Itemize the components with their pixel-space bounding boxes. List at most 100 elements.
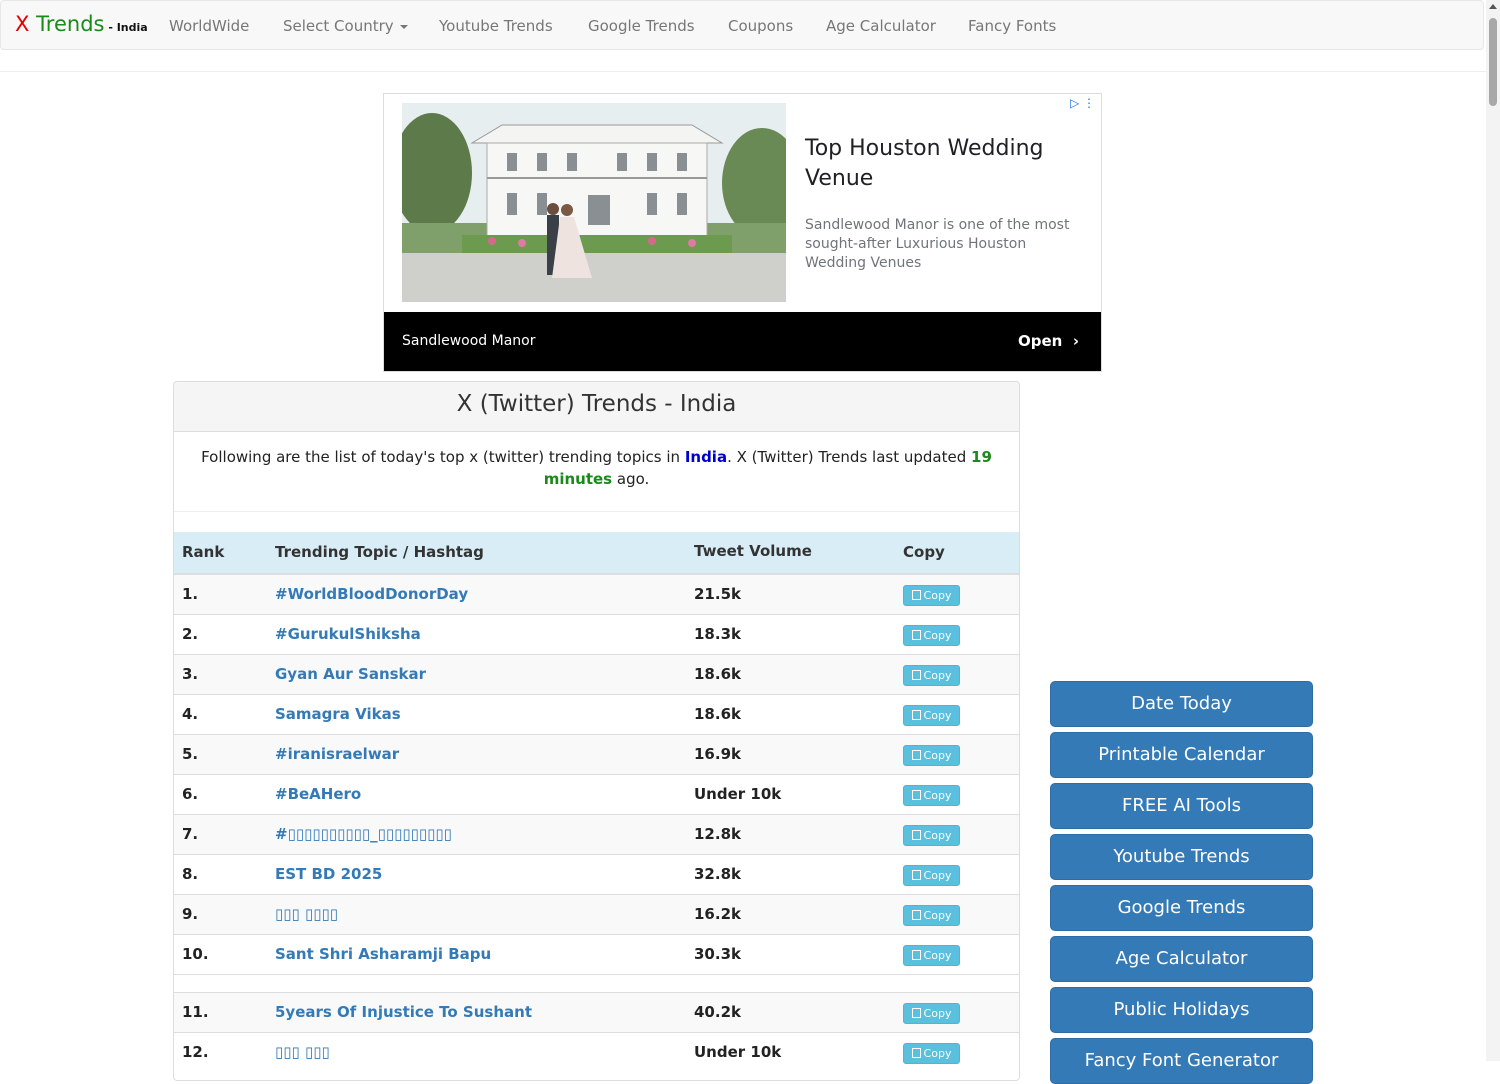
ad-image[interactable]: [402, 103, 786, 302]
nav-google-trends[interactable]: Google Trends: [588, 17, 695, 35]
mansion-photo: [402, 103, 786, 302]
sidebar-button[interactable]: Fancy Font Generator: [1050, 1038, 1313, 1084]
nav-worldwide[interactable]: WorldWide: [169, 17, 249, 35]
tweet-volume-cell: 18.3k: [694, 625, 741, 643]
copy-button[interactable]: Copy: [903, 905, 960, 926]
ad-footer-bar[interactable]: Sandlewood Manor Open ›: [384, 312, 1101, 371]
copy-button-label: Copy: [923, 749, 952, 762]
trends-panel: X (Twitter) Trends - India Following are…: [173, 381, 1020, 1081]
trend-topic-link[interactable]: #▯▯▯▯▯▯▯▯▯▯_▯▯▯▯▯▯▯▯▯: [275, 825, 452, 843]
table-row: 12. ▯▯▯ ▯▯▯ Under 10k Copy: [174, 1032, 1019, 1072]
rank-cell: 11.: [182, 1003, 209, 1021]
brand-logo[interactable]: X Trends - India: [15, 12, 148, 36]
trend-topic-link[interactable]: 5years Of Injustice To Sushant: [275, 1003, 532, 1021]
table-row: 9. ▯▯▯ ▯▯▯▯ 16.2k Copy: [174, 894, 1019, 934]
nav-select-country-label: Select Country: [283, 17, 394, 35]
copy-icon: [911, 750, 921, 760]
copy-button[interactable]: Copy: [903, 945, 960, 966]
trend-topic-link[interactable]: #BeAHero: [275, 785, 361, 803]
ad-advertiser: Sandlewood Manor: [402, 333, 536, 349]
copy-icon: [911, 630, 921, 640]
tweet-volume-cell: 12.8k: [694, 825, 741, 843]
ad-open-button[interactable]: Open ›: [1018, 332, 1079, 350]
copy-button[interactable]: Copy: [903, 705, 960, 726]
rank-cell: 7.: [182, 825, 199, 843]
trend-topic-link[interactable]: #iranisraelwar: [275, 745, 399, 763]
tweet-volume-cell: 18.6k: [694, 665, 741, 683]
scrollbar-thumb[interactable]: [1489, 18, 1497, 106]
brand-country: - India: [104, 21, 148, 34]
sidebar-button[interactable]: Google Trends: [1050, 885, 1313, 931]
trend-topic-link[interactable]: #WorldBloodDonorDay: [275, 585, 468, 603]
trend-topic-link[interactable]: Sant Shri Asharamji Bapu: [275, 945, 491, 963]
sidebar-button[interactable]: Printable Calendar: [1050, 732, 1313, 778]
header-rank: Rank: [182, 543, 225, 561]
copy-button-label: Copy: [923, 789, 952, 802]
sidebar-button[interactable]: Date Today: [1050, 681, 1313, 727]
trend-topic-link[interactable]: ▯▯▯ ▯▯▯: [275, 1043, 330, 1061]
tweet-volume-cell: 40.2k: [694, 1003, 741, 1021]
ad-choices-icon[interactable]: ▷ ⋮: [1070, 96, 1095, 110]
sidebar-button[interactable]: FREE AI Tools: [1050, 783, 1313, 829]
table-row: 3. Gyan Aur Sanskar 18.6k Copy: [174, 654, 1019, 694]
copy-button-label: Copy: [923, 629, 952, 642]
tweet-volume-cell: 21.5k: [694, 585, 741, 603]
intro-text: Following are the list of today's top x …: [199, 446, 994, 490]
scroll-up-arrow-icon[interactable]: [1489, 4, 1497, 9]
copy-button[interactable]: Copy: [903, 625, 960, 646]
table-row: 4. Samagra Vikas 18.6k Copy: [174, 694, 1019, 734]
rank-cell: 3.: [182, 665, 199, 683]
copy-icon: [911, 870, 921, 880]
scrollbar[interactable]: [1486, 0, 1500, 1061]
table-row: 8. EST BD 2025 32.8k Copy: [174, 854, 1019, 894]
tweet-volume-cell: 32.8k: [694, 865, 741, 883]
caret-down-icon: [399, 24, 408, 29]
table-row: 10. Sant Shri Asharamji Bapu 30.3k Copy: [174, 934, 1019, 974]
nav-age-calculator[interactable]: Age Calculator: [826, 17, 936, 35]
sidebar-button[interactable]: Public Holidays: [1050, 987, 1313, 1033]
copy-icon: [911, 1008, 921, 1018]
trend-topic-link[interactable]: EST BD 2025: [275, 865, 382, 883]
header-topic: Trending Topic / Hashtag: [275, 543, 484, 561]
copy-button[interactable]: Copy: [903, 585, 960, 606]
nav-select-country[interactable]: Select Country: [283, 17, 408, 35]
trend-topic-link[interactable]: #GurukulShiksha: [275, 625, 421, 643]
nav-youtube-trends[interactable]: Youtube Trends: [439, 17, 553, 35]
copy-button-label: Copy: [923, 709, 952, 722]
copy-button[interactable]: Copy: [903, 865, 960, 886]
table-row: 5. #iranisraelwar 16.9k Copy: [174, 734, 1019, 774]
ad-description: Sandlewood Manor is one of the most soug…: [805, 217, 1070, 271]
navbar: X Trends - India WorldWide Select Countr…: [0, 0, 1484, 50]
nav-coupons[interactable]: Coupons: [728, 17, 793, 35]
copy-button-label: Copy: [923, 1007, 952, 1020]
sidebar-button[interactable]: Age Calculator: [1050, 936, 1313, 982]
page-title: X (Twitter) Trends - India: [456, 391, 737, 417]
divider: [174, 511, 1019, 512]
ad-banner[interactable]: ▷ ⋮ Top Houston Wedding Venue Sandlewood…: [383, 93, 1102, 372]
rank-cell: 2.: [182, 625, 199, 643]
trend-topic-link[interactable]: ▯▯▯ ▯▯▯▯: [275, 905, 338, 923]
copy-button-label: Copy: [923, 1047, 952, 1060]
copy-icon: [911, 590, 921, 600]
country-link[interactable]: India: [685, 448, 727, 466]
copy-button-label: Copy: [923, 829, 952, 842]
trend-topic-link[interactable]: Gyan Aur Sanskar: [275, 665, 426, 683]
brand-x: X: [15, 12, 30, 36]
copy-button-label: Copy: [923, 869, 952, 882]
sidebar-button[interactable]: Youtube Trends: [1050, 834, 1313, 880]
trend-topic-link[interactable]: Samagra Vikas: [275, 705, 401, 723]
copy-icon: [911, 830, 921, 840]
rank-cell: 1.: [182, 585, 199, 603]
table-spacer: [174, 974, 1019, 992]
copy-button[interactable]: Copy: [903, 1003, 960, 1024]
copy-button[interactable]: Copy: [903, 745, 960, 766]
rank-cell: 5.: [182, 745, 199, 763]
copy-button[interactable]: Copy: [903, 665, 960, 686]
intro-before: Following are the list of today's top x …: [201, 448, 685, 466]
copy-button[interactable]: Copy: [903, 825, 960, 846]
table-header: Rank Trending Topic / Hashtag Tweet Volu…: [174, 532, 1019, 575]
copy-button[interactable]: Copy: [903, 785, 960, 806]
ad-headline[interactable]: Top Houston Wedding Venue: [805, 134, 1085, 194]
copy-button-label: Copy: [923, 589, 952, 602]
nav-fancy-fonts[interactable]: Fancy Fonts: [968, 17, 1056, 35]
